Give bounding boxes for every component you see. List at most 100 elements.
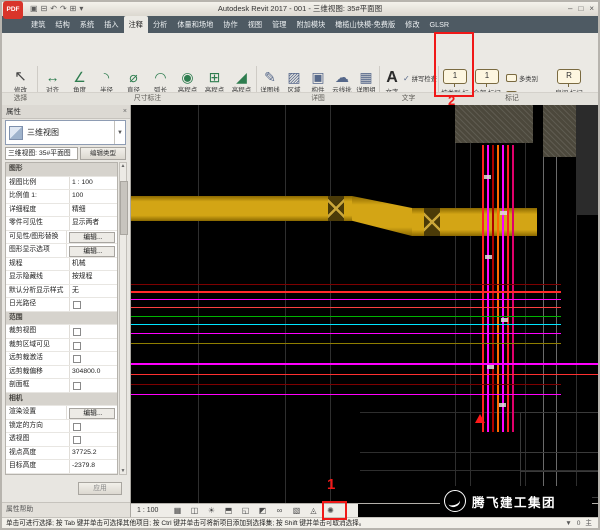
pipe-tag[interactable]	[485, 255, 492, 259]
view-control-icon[interactable]: ◱	[239, 504, 252, 517]
property-value[interactable]: 1 : 100	[70, 177, 117, 190]
property-row[interactable]: 渲染设置 编辑...	[6, 406, 117, 420]
pipe-riser[interactable]	[512, 145, 514, 432]
property-row[interactable]: 视图比例 1 : 100	[6, 177, 117, 191]
property-row[interactable]: 显示隐藏线 按规程	[6, 271, 117, 285]
pipe-tag[interactable]	[501, 318, 508, 322]
view-control-icon[interactable]: ◩	[256, 504, 269, 517]
ribbon-tab[interactable]: GLSR	[425, 16, 455, 33]
view-control-icon[interactable]: ∞	[273, 504, 286, 517]
property-value[interactable]: 无	[70, 285, 117, 298]
wall-section[interactable]	[576, 105, 598, 215]
ribbon-tab[interactable]: 视图	[243, 16, 267, 33]
edit-type-button[interactable]: 编辑类型	[80, 147, 126, 160]
dimension-tool-button[interactable]: ◠ 弧长	[147, 66, 174, 92]
panel-label-text[interactable]: 文字	[381, 93, 436, 105]
property-row[interactable]: 相机	[6, 393, 117, 407]
dimension-tool-button[interactable]: ∠ 角度	[66, 66, 93, 92]
type-selector[interactable]: 三维视图 ▼	[5, 120, 126, 145]
ribbon-tab[interactable]: 协作	[218, 16, 242, 33]
ribbon-tab[interactable]: 体量和场地	[172, 16, 218, 33]
property-row[interactable]: 比例值 1: 100	[6, 190, 117, 204]
ribbon-tab[interactable]: 橄榄山快模-免费版	[330, 16, 400, 33]
pipe-tag[interactable]	[499, 403, 506, 407]
property-row[interactable]: 相机位置 专用	[6, 474, 117, 476]
chevron-down-icon[interactable]: ▼	[114, 121, 125, 144]
property-value[interactable]: 37725.2	[70, 447, 117, 460]
duct-segment[interactable]	[131, 196, 352, 221]
pipe-horizontal[interactable]	[131, 291, 561, 293]
ribbon-tab[interactable]: 分析	[148, 16, 172, 33]
ribbon-tab[interactable]: 修改	[400, 16, 424, 33]
pipe-horizontal[interactable]	[131, 333, 561, 334]
ribbon-tab[interactable]: 注释	[124, 16, 148, 33]
property-row[interactable]: 透视图	[6, 433, 117, 447]
property-value[interactable]	[70, 298, 117, 311]
property-row[interactable]: 裁剪区域可见	[6, 339, 117, 353]
view-control-icon[interactable]: ◫	[188, 504, 201, 517]
property-value[interactable]	[70, 433, 117, 446]
drawing-area[interactable]	[131, 105, 598, 503]
property-value[interactable]: 100	[70, 190, 117, 203]
pipe-riser[interactable]	[497, 145, 499, 432]
pipe-horizontal[interactable]	[131, 363, 598, 365]
detail-tool-button[interactable]: ☁ 云线批注	[330, 66, 354, 92]
filter-icon[interactable]: ▼	[565, 518, 572, 528]
properties-scrollbar[interactable]: ▲ ▼	[119, 162, 127, 475]
wall-section[interactable]	[455, 105, 533, 143]
dimension-tool-button[interactable]: ↔ 对齐	[39, 66, 66, 92]
ribbon-tab[interactable]: 管理	[267, 16, 291, 33]
pipe-horizontal[interactable]	[131, 284, 561, 285]
property-value[interactable]: 显示两者	[70, 217, 117, 230]
property-row[interactable]: 远剪裁偏移 304800.0	[6, 366, 117, 380]
pdf-icon[interactable]: PDF	[3, 1, 23, 19]
property-value[interactable]: 机械	[70, 258, 117, 271]
text-button[interactable]: A 文字	[381, 66, 403, 92]
scroll-down-icon[interactable]: ▼	[120, 468, 126, 474]
dimension-tool-button[interactable]: ⌀ 直径	[120, 66, 147, 92]
view-control-icon[interactable]: ▧	[290, 504, 303, 517]
property-value[interactable]	[70, 352, 117, 365]
pipe-horizontal[interactable]	[131, 394, 561, 395]
property-value[interactable]: 按规程	[70, 271, 117, 284]
pipe-riser[interactable]	[492, 145, 494, 432]
scroll-up-icon[interactable]: ▲	[120, 163, 126, 169]
property-row[interactable]: 默认分析显示样式 无	[6, 285, 117, 299]
scrollbar-thumb[interactable]	[120, 181, 128, 235]
detail-tool-button[interactable]: ▣ 构件	[306, 66, 330, 92]
modify-button[interactable]: ↖ 修改	[4, 66, 37, 92]
tag-small-tool-button[interactable]: 多类别	[506, 71, 550, 85]
property-row[interactable]: 目标高度 -2379.8	[6, 460, 117, 474]
property-row[interactable]: 裁剪视图	[6, 325, 117, 339]
property-row[interactable]: 图形	[6, 163, 117, 177]
window-control-icon[interactable]: ×	[589, 2, 594, 16]
property-row[interactable]: 远剪裁激活	[6, 352, 117, 366]
duct-damper[interactable]	[424, 208, 440, 236]
property-row[interactable]: 可见性/图形替换 编辑...	[6, 231, 117, 245]
duct-damper[interactable]	[328, 196, 344, 221]
view-control-icon[interactable]: ▦	[171, 504, 184, 517]
property-value[interactable]: -2379.8	[70, 460, 117, 473]
room-tag-button[interactable]: R 房间 标记	[554, 66, 584, 92]
ribbon-tab[interactable]: 系统	[75, 16, 99, 33]
property-value[interactable]	[70, 325, 117, 338]
detail-tool-button[interactable]: ▦ 详图组	[354, 66, 378, 92]
dimension-tool-button[interactable]: ◢ 高程点 坡度	[228, 66, 255, 92]
property-value[interactable]: 编辑...	[69, 246, 115, 257]
ribbon-tab[interactable]: 结构	[50, 16, 74, 33]
pipe-tag[interactable]	[500, 211, 507, 215]
ribbon-tab[interactable]: 建筑	[26, 16, 50, 33]
property-value[interactable]: 精细	[70, 204, 117, 217]
property-value[interactable]: 编辑...	[69, 232, 115, 243]
pipe-horizontal[interactable]	[131, 299, 561, 300]
view-control-icon[interactable]: ☀	[205, 504, 218, 517]
dimension-tool-button[interactable]: ⊞ 高程点 坐标	[201, 66, 228, 92]
property-value[interactable]	[70, 339, 117, 352]
pipe-riser[interactable]	[502, 145, 504, 432]
apply-button[interactable]: 应用	[78, 482, 122, 495]
ribbon-tab[interactable]: 附加模块	[291, 16, 330, 33]
window-control-icon[interactable]: □	[578, 2, 583, 16]
panel-label-tag[interactable]: 标记	[472, 93, 552, 105]
panel-label-dimension[interactable]: 尺寸标注	[39, 93, 256, 105]
pipe-riser[interactable]	[487, 145, 489, 432]
